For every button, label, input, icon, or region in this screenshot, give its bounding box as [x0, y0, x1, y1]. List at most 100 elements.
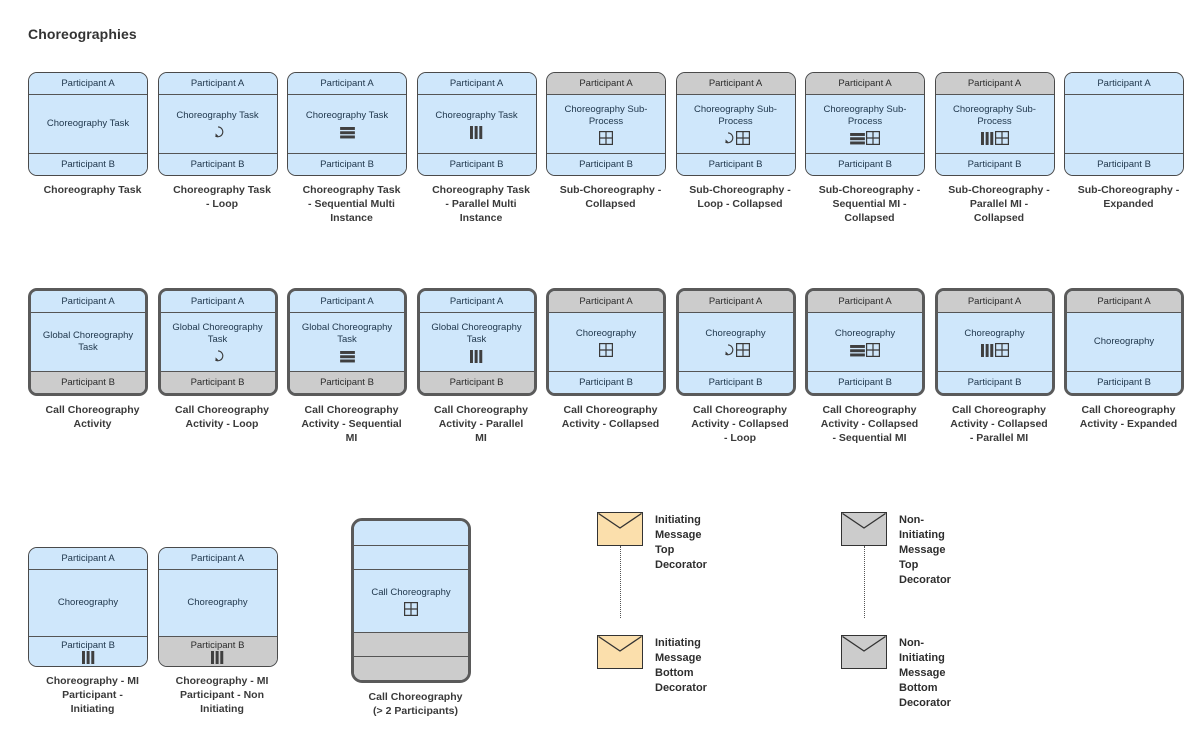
choreography-shape-cell: Participant A Choreography Sub- Process Pa… — [675, 72, 805, 211]
participant-a-band[interactable]: Participant A — [1067, 291, 1181, 313]
choreography-shape[interactable]: Participant A Choreography Task Participan… — [287, 72, 407, 176]
participant-a-band[interactable]: Participant A — [417, 73, 536, 95]
participant-b-band[interactable]: Participant B — [547, 153, 665, 175]
choreography-shape[interactable]: Participant A Global Choreography Task Par… — [28, 288, 148, 396]
choreography-shape[interactable]: Participant A Choreography Sub- Process Pa… — [675, 72, 796, 176]
call-choreography-multi-participant[interactable]: Call Choreography Call Choreography (> 2 … — [351, 518, 480, 718]
participant-b-band[interactable]: Participant B — [1067, 371, 1181, 393]
participant-b-band[interactable]: Participant B — [808, 371, 922, 393]
shape-caption: Call Choreography Activity - Parallel MI — [434, 404, 528, 444]
participant-a-band[interactable]: Participant A — [288, 73, 406, 95]
choreography-shape[interactable]: Participant A Choreography Task Participan… — [416, 72, 537, 176]
choreography-body: Choreography Task — [158, 95, 277, 153]
participant-b-band[interactable]: Participant B — [158, 153, 277, 175]
choreography-label: Global Choreography Task — [301, 321, 393, 345]
participant-b-band[interactable]: Participant B — [290, 371, 404, 393]
participant-band[interactable] — [354, 545, 468, 569]
choreography-shape[interactable]: Participant A Global Choreography Task Par… — [157, 288, 278, 396]
choreography-body: Choreography Task — [417, 95, 536, 153]
participant-b-band[interactable]: Participant B — [1065, 153, 1183, 175]
participant-a-band[interactable]: Participant A — [158, 73, 277, 95]
choreography-shape[interactable]: Participant A Choreography Participant B — [546, 288, 666, 396]
multi-participant-shape[interactable]: Call Choreography — [351, 518, 471, 683]
participant-b-band[interactable]: Participant B — [158, 636, 277, 666]
parallel-marker-icon — [470, 349, 483, 363]
shape-caption: Call Choreography Activity - Expanded — [1079, 404, 1178, 430]
marker-row — [470, 125, 483, 139]
participant-b-band[interactable]: Participant B — [419, 371, 534, 393]
participant-b-band[interactable]: Participant B — [676, 153, 795, 175]
choreography-body: Choreography — [29, 570, 147, 636]
participant-b-band[interactable]: Participant B — [549, 371, 663, 393]
choreography-shape[interactable]: Participant A Participant B — [1064, 72, 1184, 176]
choreography-label: Choreography Sub- Process — [694, 103, 777, 127]
choreography-body: Choreography — [678, 313, 793, 371]
non-initiating-message-bottom-decorator[interactable]: Non-Initiating Message Bottom Decorator — [841, 635, 951, 709]
participant-b-band[interactable]: Participant B — [29, 636, 147, 666]
choreography-body: Choreography Sub- Process — [935, 95, 1054, 153]
choreography-shape[interactable]: Participant A Choreography Sub- Process Pa… — [934, 72, 1055, 176]
choreography-shape[interactable]: Participant A Choreography Participant B — [28, 547, 148, 667]
decorator-label: Non-Initiating Message Top Decorator — [899, 514, 951, 586]
participant-b-band[interactable]: Participant B — [160, 371, 275, 393]
choreography-shape[interactable]: Participant A Choreography Participant B — [157, 547, 278, 667]
sequential-marker-icon — [850, 132, 865, 145]
choreography-label: Global Choreography Task — [172, 321, 263, 345]
participant-b-band[interactable]: Participant B — [937, 371, 1052, 393]
choreography-shape[interactable]: Participant A Choreography Participant B — [675, 288, 796, 396]
shape-caption: Choreography - MI Participant - Initiati… — [46, 675, 139, 715]
shape-caption: Choreography Task - Parallel Multi Insta… — [432, 184, 530, 224]
participant-a-band[interactable]: Participant A — [419, 291, 534, 313]
marker-row — [211, 125, 225, 139]
participant-a-band[interactable]: Participant A — [937, 291, 1052, 313]
participant-a-band[interactable]: Participant A — [29, 548, 147, 570]
choreography-shape[interactable]: Participant A Choreography Sub- Process Pa… — [546, 72, 666, 176]
shape-caption: Sub-Choreography - Loop - Collapsed — [689, 184, 791, 210]
choreography-label: Choreography Sub- Process — [953, 103, 1036, 127]
choreography-shape[interactable]: Participant A Choreography Participant B — [805, 288, 925, 396]
participant-a-band[interactable]: Participant A — [31, 291, 145, 313]
participant-a-band[interactable]: Participant A — [549, 291, 663, 313]
participant-a-band[interactable]: Participant A — [290, 291, 404, 313]
participant-b-band[interactable]: Participant B — [678, 371, 793, 393]
participant-a-band[interactable]: Participant A — [547, 73, 665, 95]
participant-band[interactable] — [354, 632, 468, 656]
participant-b-band[interactable]: Participant B — [288, 153, 406, 175]
choreography-shape[interactable]: Participant A Choreography Participant B — [1064, 288, 1184, 396]
participant-b-band[interactable]: Participant B — [417, 153, 536, 175]
participant-a-band[interactable]: Participant A — [1065, 73, 1183, 95]
choreography-shape[interactable]: Participant A Choreography Task Participan… — [28, 72, 148, 176]
participant-band[interactable] — [354, 521, 468, 545]
participant-a-band[interactable]: Participant A — [935, 73, 1054, 95]
marker-row — [850, 342, 880, 357]
choreography-shape[interactable]: Participant A Choreography Sub- Process Pa… — [805, 72, 925, 176]
choreography-shape[interactable]: Participant A Choreography Task Participan… — [157, 72, 278, 176]
subprocess-marker-icon — [994, 342, 1009, 357]
choreography-shape[interactable]: Participant A Global Choreography Task Par… — [416, 288, 537, 396]
participant-band[interactable] — [354, 656, 468, 680]
shape-caption: Call Choreography Activity - Loop — [175, 404, 269, 430]
choreography-body: Call Choreography — [354, 569, 468, 632]
participant-b-band[interactable]: Participant B — [806, 153, 924, 175]
participant-a-band[interactable]: Participant A — [29, 73, 147, 95]
participant-b-band[interactable]: Participant B — [935, 153, 1054, 175]
initiating-message-top-decorator[interactable]: Initiating Message Top Decorator — [597, 512, 707, 571]
participant-b-band[interactable]: Participant B — [29, 153, 147, 175]
shape-caption: Call Choreography Activity - Sequential … — [301, 404, 402, 444]
participant-a-band[interactable]: Participant A — [158, 548, 277, 570]
participant-a-band[interactable]: Participant A — [676, 73, 795, 95]
shape-caption: Call Choreography Activity - Collapsed -… — [950, 404, 1048, 444]
participant-a-band[interactable]: Participant A — [806, 73, 924, 95]
participant-a-band[interactable]: Participant A — [160, 291, 275, 313]
non-initiating-message-top-decorator[interactable]: Non-Initiating Message Top Decorator — [841, 512, 951, 586]
choreography-shape-cell: Participant A Choreography Task Participan… — [157, 72, 287, 211]
initiating-message-bottom-decorator[interactable]: Initiating Message Bottom Decorator — [597, 635, 707, 694]
choreography-shape-cell: Participant A Choreography Task Participan… — [416, 72, 546, 225]
marker-row — [339, 125, 355, 139]
participant-a-band[interactable]: Participant A — [808, 291, 922, 313]
choreography-shape[interactable]: Participant A Choreography Participant B — [934, 288, 1055, 396]
participant-b-band[interactable]: Participant B — [31, 371, 145, 393]
choreography-body: Choreography Sub- Process — [676, 95, 795, 153]
choreography-shape[interactable]: Participant A Global Choreography Task Par… — [287, 288, 407, 396]
participant-a-band[interactable]: Participant A — [678, 291, 793, 313]
